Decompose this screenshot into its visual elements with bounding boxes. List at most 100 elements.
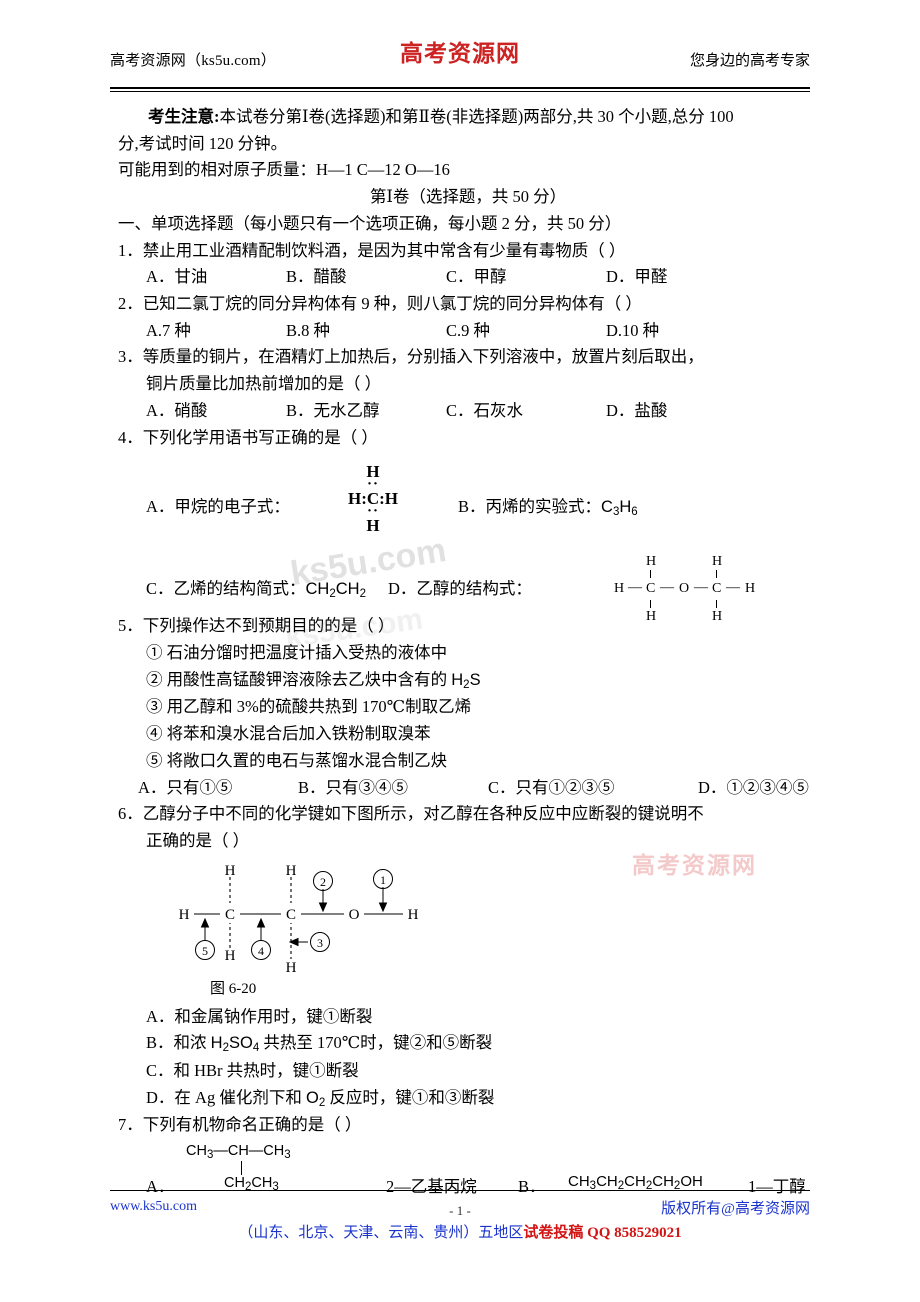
question-6-number: 6． xyxy=(118,804,143,824)
part-one-heading: 一、单项选择题（每小题只有一个选项正确，每小题 2 分，共 50 分） xyxy=(118,213,622,233)
question-2-option-d[interactable]: D.10 种 xyxy=(606,318,659,345)
question-5-number: 5． xyxy=(118,616,143,636)
ethanol-diagram-svg: H C C O H H H H H 1 2 3 4 5 xyxy=(174,863,423,976)
page-sheet: 高考资源网（ks5u.com） 高考资源网 您身边的高考专家 考生注意:本试卷分… xyxy=(0,0,920,1302)
question-3-option-c[interactable]: C．石灰水 xyxy=(446,398,606,425)
header-site-label: 高考资源网（ks5u.com） xyxy=(110,53,276,69)
ethanol-h-left: H xyxy=(179,907,190,923)
page-header: 高考资源网（ks5u.com） 高考资源网 您身边的高考专家 xyxy=(110,36,810,92)
question-3-text: 等质量的铜片，在酒精灯上加热后，分别插入下列溶液中，放置片刻后取出， xyxy=(142,347,704,367)
ethanol-h-right: H xyxy=(408,907,419,923)
question-2-number: 2． xyxy=(118,294,143,314)
header-tagline: 您身边的高考专家 xyxy=(689,53,810,69)
ether-bottom-bonds xyxy=(608,599,768,609)
ether-top-h2: H xyxy=(712,554,723,570)
question-2-option-c[interactable]: C.9 种 xyxy=(446,318,606,345)
question-4-option-b[interactable]: B．丙烯的实验式：C3H6 xyxy=(458,493,638,518)
ethanol-c2: C xyxy=(286,907,296,923)
question-3-stem-line2: 铜片质量比加热前增加的是（ ） xyxy=(146,374,382,394)
exam-notice-line2: 分,考试时间 120 分钟。 xyxy=(118,133,288,153)
lewis-right-h: :H xyxy=(379,488,399,508)
bond-dash-4: — xyxy=(726,580,740,596)
ether-carbon-2: C xyxy=(712,581,722,597)
question-5-option-c[interactable]: C．只有①②③⑤ xyxy=(488,775,698,802)
footer-qq: 试卷投稿 QQ 858529021 xyxy=(523,1225,682,1241)
bond-dash-2: — xyxy=(660,580,674,596)
document-page: 高考资源网（ks5u.com） 高考资源网 您身边的高考专家 考生注意:本试卷分… xyxy=(0,0,920,1302)
question-1-stem: 1．禁止用工业酒精配制饮料酒，是因为其中常含有少量有毒物质（ ） xyxy=(118,238,818,265)
question-6-stem: 6．乙醇分子中不同的化学键如下图所示，对乙醇在各种反应中应断裂的键说明不 xyxy=(118,801,818,828)
question-5-item-2: ② 用酸性高锰酸钾溶液除去乙炔中含有的 H2S xyxy=(146,669,481,691)
question-6-option-c[interactable]: C．和 HBr 共热时，键①断裂 xyxy=(118,1058,818,1085)
atomic-mass-line: 可能用到的相对原子质量：H—1 C—12 O—16 xyxy=(118,160,450,180)
question-2-option-b[interactable]: B.8 种 xyxy=(286,318,446,345)
question-3-option-a[interactable]: A．硝酸 xyxy=(146,398,286,425)
header-divider xyxy=(110,87,810,92)
footer-regions: （山东、北京、天津、云南、贵州）五地区 xyxy=(238,1225,524,1241)
question-5-option-a[interactable]: A．只有①⑤ xyxy=(138,775,298,802)
question-2-option-a[interactable]: A.7 种 xyxy=(146,318,286,345)
bond-label-5: 5 xyxy=(202,944,208,958)
question-4-row-ab: A．甲烷的电子式： H ·· H:C:H ·· H B．丙烯的实验式：C3H6 xyxy=(118,463,818,539)
question-3-option-d[interactable]: D．盐酸 xyxy=(606,398,667,425)
question-1-option-d[interactable]: D．甲醛 xyxy=(606,264,667,291)
question-7-stem: 7．下列有机物命名正确的是（ ） xyxy=(118,1112,818,1139)
question-2-text: 已知二氯丁烷的同分异构体有 9 种，则八氯丁烷的同分异构体有（ ） xyxy=(142,294,642,314)
methane-lewis-structure: H ·· H:C:H ·· H xyxy=(318,463,428,533)
question-7-number: 7． xyxy=(118,1115,143,1135)
question-5-item-1: ① 石油分馏时把温度计插入受热的液体中 xyxy=(146,643,448,663)
footer-copyright: 版权所有@高考资源网 xyxy=(661,1201,810,1217)
footer-page-number: - 1 - xyxy=(449,1203,471,1218)
question-1-option-a[interactable]: A．甘油 xyxy=(146,264,286,291)
ethanol-c1: C xyxy=(225,907,235,923)
header-logo: 高考资源网 xyxy=(400,41,520,66)
bond-label-4: 4 xyxy=(258,944,264,958)
exam-notice-text: 本试卷分第Ⅰ卷(选择题)和第Ⅱ卷(非选择题)两部分,共 30 个小题,总分 10… xyxy=(219,107,734,126)
question-3-option-b[interactable]: B．无水乙醇 xyxy=(286,398,446,425)
question-5-option-b[interactable]: B．只有③④⑤ xyxy=(298,775,488,802)
question-5-text: 下列操作达不到预期目的的是（ ） xyxy=(142,616,395,636)
ether-right-h: H xyxy=(745,581,756,597)
question-4-option-a[interactable]: A．甲烷的电子式： xyxy=(146,493,290,517)
exam-notice-label: 考生注意: xyxy=(148,107,220,126)
lewis-bottom-h: H xyxy=(366,515,380,535)
question-6-option-d[interactable]: D．在 Ag 催化剂下和 O2 反应时，键①和③断裂 xyxy=(118,1085,818,1113)
ether-structural-formula: H H H — C — O — C — H H H xyxy=(608,553,768,625)
question-4-option-c-label: C．乙烯的结构简式： xyxy=(146,579,306,599)
ether-chain-row: H — C — O — C — H xyxy=(608,579,768,599)
question-7-option-a-label[interactable]: A． xyxy=(146,1173,174,1197)
question-5-item-4: ④ 将苯和溴水混合后加入铁粉制取溴苯 xyxy=(146,724,431,744)
footer-url[interactable]: www.ks5u.com xyxy=(110,1199,197,1215)
header-row: 高考资源网（ks5u.com） 高考资源网 您身边的高考专家 xyxy=(110,36,810,70)
question-4-option-b-label: B．丙烯的实验式： xyxy=(458,497,602,517)
question-1-option-b[interactable]: B．醋酸 xyxy=(286,264,446,291)
question-6-option-a[interactable]: A．和金属钠作用时，键①断裂 xyxy=(118,1004,818,1031)
oxygen-formula: O2 xyxy=(305,1088,326,1109)
question-7-name-a: 2—乙基丙烷 xyxy=(386,1177,477,1197)
question-4-text: 下列化学用语书写正确的是（ ） xyxy=(142,427,378,447)
ether-top-row: H H xyxy=(608,553,768,570)
bond-label-3: 3 xyxy=(317,936,323,950)
footer-divider xyxy=(110,1190,810,1191)
propene-formula: C3H6 xyxy=(601,498,638,519)
ethanol-h-bot2: H xyxy=(286,960,297,976)
question-4-option-c[interactable]: C．乙烯的结构简式：CH2CH2 xyxy=(146,575,366,600)
question-1-option-c[interactable]: C．甲醇 xyxy=(446,264,606,291)
document-content: 考生注意:本试卷分第Ⅰ卷(选择题)和第Ⅱ卷(非选择题)两部分,共 30 个小题,… xyxy=(118,104,818,1215)
bond-label-2: 2 xyxy=(320,875,326,889)
ethanol-h-bot1: H xyxy=(225,948,236,964)
question-6-text: 乙醇分子中不同的化学键如下图所示，对乙醇在各种反应中应断裂的键说明不 xyxy=(142,804,704,824)
question-2-options: A.7 种 B.8 种 C.9 种 D.10 种 xyxy=(118,318,818,345)
question-7-option-b-label[interactable]: B． xyxy=(518,1173,546,1197)
question-5-options: A．只有①⑤ B．只有③④⑤ C．只有①②③⑤ D．①②③④⑤ xyxy=(118,775,818,802)
h2s-formula: H2S xyxy=(451,670,481,691)
question-4-option-d[interactable]: D．乙醇的结构式： xyxy=(388,575,532,599)
question-4-stem: 4．下列化学用语书写正确的是（ ） xyxy=(118,425,818,452)
question-3-options: A．硝酸 B．无水乙醇 C．石灰水 D．盐酸 xyxy=(118,398,818,425)
question-3-stem: 3．等质量的铜片，在酒精灯上加热后，分别插入下列溶液中，放置片刻后取出， xyxy=(118,344,818,371)
question-1-number: 1． xyxy=(118,240,143,260)
question-4-number: 4． xyxy=(118,427,143,447)
question-5-option-d[interactable]: D．①②③④⑤ xyxy=(698,775,809,802)
question-6-option-b[interactable]: B．和浓 H2SO4 共热至 170℃时，键②和⑤断裂 xyxy=(118,1030,818,1058)
